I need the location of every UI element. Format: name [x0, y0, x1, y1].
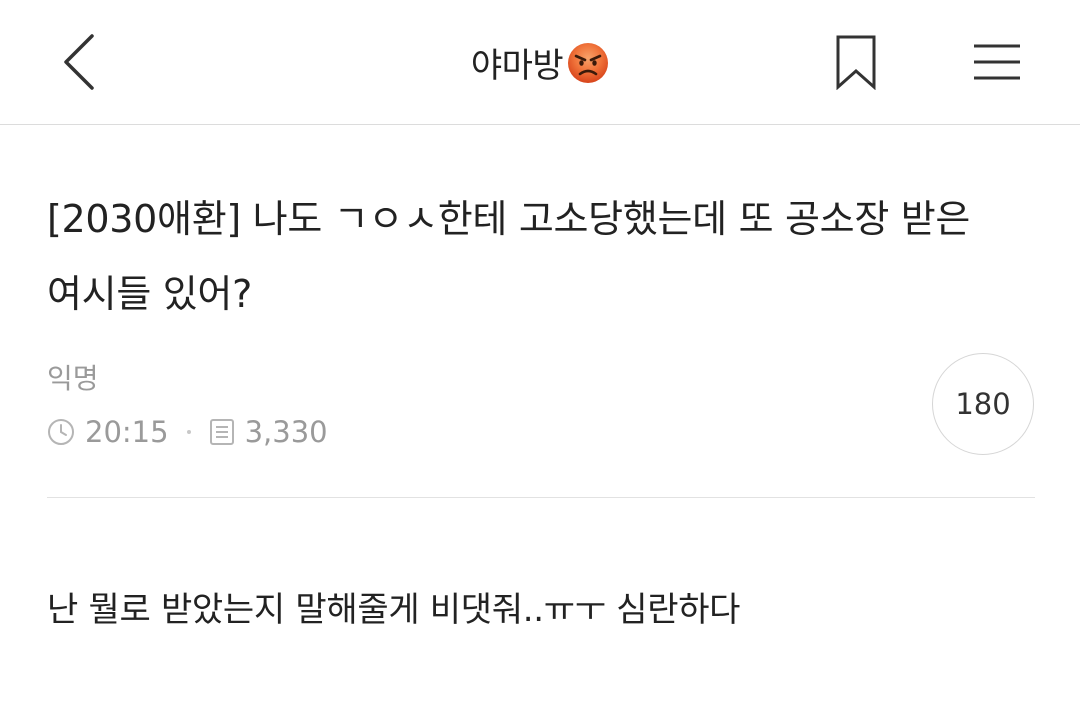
- meta-separator: [186, 430, 191, 434]
- document-icon: [209, 418, 235, 446]
- board-name[interactable]: 야마방: [471, 38, 564, 87]
- bookmark-icon: [836, 35, 876, 90]
- hamburger-menu-icon: [974, 44, 1020, 80]
- top-navigation-bar: 야마방: [0, 0, 1080, 125]
- chevron-left-icon: [64, 34, 94, 90]
- post-title: [2030애환] 나도 ㄱㅇㅅ한테 고소당했는데 또 공소장 받은 여시들 있어…: [47, 197, 971, 316]
- menu-button[interactable]: [956, 22, 1038, 102]
- angry-face-icon: [568, 42, 609, 83]
- bookmark-button[interactable]: [818, 22, 894, 102]
- post-author[interactable]: 익명: [47, 357, 99, 397]
- clock-icon: [47, 418, 75, 446]
- back-button[interactable]: [40, 22, 120, 102]
- post-time: 20:15: [85, 415, 169, 449]
- post-view-count: 3,330: [244, 415, 328, 449]
- board-title: 야마방: [0, 0, 1080, 125]
- comment-count-button[interactable]: 180: [932, 353, 1034, 455]
- post-meta: 20:15 3,330: [47, 412, 328, 452]
- content-divider: [47, 497, 1035, 498]
- post-body: 난 뭘로 받았는지 말해줄게 비댓줘..ㅠㅜ 심란하다: [47, 590, 741, 630]
